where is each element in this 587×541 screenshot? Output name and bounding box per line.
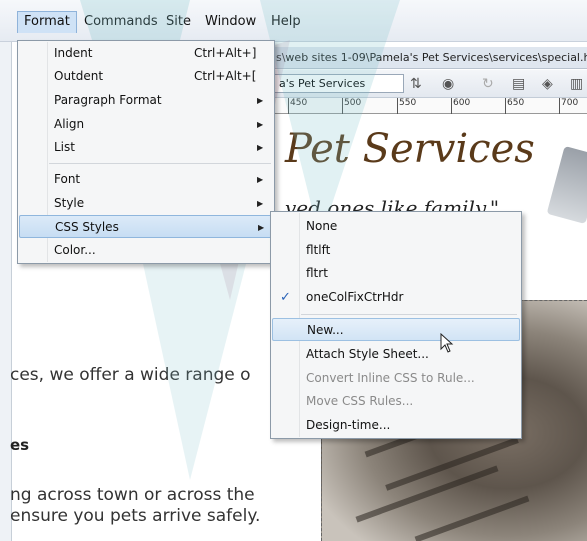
menu-item-label: Outdent — [54, 69, 104, 83]
menu-item-label: Paragraph Format — [54, 93, 162, 107]
submenu-item-new[interactable]: New... — [272, 318, 520, 341]
menu-help[interactable]: Help — [265, 11, 307, 33]
checkmark-icon: ✓ — [280, 290, 291, 305]
menu-item-label: oneColFixCtrHdr — [306, 290, 404, 304]
submenu-item-none[interactable]: None — [272, 215, 520, 238]
body-paragraph-2: ng across town or across the — [10, 485, 255, 505]
menu-item-list[interactable]: List ▶ — [19, 136, 273, 159]
submenu-item-convert-inline-css: Convert Inline CSS to Rule... — [272, 367, 520, 390]
submenu-arrow-icon: ▶ — [257, 199, 264, 208]
menu-commands[interactable]: Commands — [78, 11, 164, 33]
title-field[interactable]: a's Pet Services — [274, 74, 404, 93]
submenu-item-move-css-rules: Move CSS Rules... — [272, 390, 520, 413]
validate-icon[interactable]: ▥ — [570, 74, 583, 94]
submenu-item-design-time[interactable]: Design-time... — [272, 414, 520, 437]
submenu-arrow-icon: ▶ — [257, 96, 264, 105]
horizontal-ruler: 450 500 550 600 650 700 — [270, 98, 587, 114]
ruler-tick: 550 — [397, 98, 416, 114]
menu-item-shortcut: Ctrl+Alt+[ — [194, 69, 257, 83]
menu-item-align[interactable]: Align ▶ — [19, 113, 273, 136]
menu-item-shortcut: Ctrl+Alt+] — [194, 46, 257, 60]
page-heading: Pet Services — [285, 126, 535, 172]
menu-item-indent[interactable]: Indent Ctrl+Alt+] — [19, 42, 273, 65]
menu-item-css-styles[interactable]: CSS Styles ▶ — [19, 215, 273, 238]
ruler-tick: 600 — [451, 98, 470, 114]
mouse-cursor-icon — [440, 333, 454, 353]
menu-item-label: Align — [54, 117, 85, 131]
visual-aids-icon[interactable]: ◈ — [542, 74, 553, 94]
submenu-arrow-icon: ▶ — [257, 175, 264, 184]
document-toolbar: a's Pet Services ⇅ ◉ ↻ ▤ ◈ ▥ — [270, 70, 587, 98]
view-options-icon[interactable]: ▤ — [512, 74, 525, 94]
body-subheading: es — [10, 436, 30, 454]
menu-item-label: fltrt — [306, 266, 328, 280]
menu-item-label: Design-time... — [306, 418, 391, 432]
submenu-item-attach-style-sheet[interactable]: Attach Style Sheet... — [272, 343, 520, 366]
menu-window[interactable]: Window — [199, 11, 262, 33]
menu-format[interactable]: Format — [17, 11, 77, 33]
submenu-arrow-icon: ▶ — [258, 223, 265, 232]
submenu-item-fltlft[interactable]: fltlft — [272, 239, 520, 262]
menu-item-label: fltlft — [306, 243, 331, 257]
menu-item-label: CSS Styles — [55, 220, 119, 234]
ruler-tick: 650 — [505, 98, 524, 114]
document-path-bar: s\web sites 1-09\Pamela's Pet Services\s… — [270, 47, 587, 69]
menu-item-color[interactable]: Color... — [19, 239, 273, 262]
menu-item-label: Font — [54, 172, 81, 186]
submenu-arrow-icon: ▶ — [257, 120, 264, 129]
menu-item-label: New... — [307, 323, 344, 337]
menu-item-outdent[interactable]: Outdent Ctrl+Alt+[ — [19, 65, 273, 88]
ruler-tick: 500 — [342, 98, 361, 114]
menu-item-label: Color... — [54, 243, 96, 257]
menu-item-font[interactable]: Font ▶ — [19, 168, 273, 191]
menu-item-label: Convert Inline CSS to Rule... — [306, 371, 475, 385]
menu-item-style[interactable]: Style ▶ — [19, 192, 273, 215]
css-styles-submenu: None fltlft fltrt ✓ oneColFixCtrHdr New.… — [270, 211, 522, 439]
body-paragraph-3: ensure you pets arrive safely. — [10, 506, 261, 526]
ruler-tick: 700 — [559, 98, 578, 114]
menu-bar: Format Commands Site Window Help — [0, 0, 587, 42]
menu-separator — [301, 314, 517, 315]
menu-item-paragraph-format[interactable]: Paragraph Format ▶ — [19, 89, 273, 112]
menu-item-label: None — [306, 219, 338, 233]
submenu-item-fltrt[interactable]: fltrt — [272, 262, 520, 285]
menu-item-label: Indent — [54, 46, 93, 60]
menu-item-label: Style — [54, 196, 85, 210]
left-gutter — [0, 42, 12, 541]
submenu-arrow-icon: ▶ — [257, 143, 264, 152]
menu-separator — [49, 163, 271, 164]
refresh-icon[interactable]: ↻ — [482, 74, 494, 94]
menu-item-label: List — [54, 140, 75, 154]
menu-item-label: Move CSS Rules... — [306, 394, 414, 408]
preview-browser-icon[interactable]: ◉ — [442, 74, 454, 94]
menu-site[interactable]: Site — [160, 11, 197, 33]
body-paragraph-1: ces, we offer a wide range o — [10, 365, 251, 385]
submenu-item-onecolfixctrhdr[interactable]: ✓ oneColFixCtrHdr — [272, 286, 520, 309]
file-management-icon[interactable]: ⇅ — [410, 74, 422, 94]
menu-item-label: Attach Style Sheet... — [306, 347, 429, 361]
format-menu: Indent Ctrl+Alt+] Outdent Ctrl+Alt+[ Par… — [17, 40, 275, 264]
ruler-tick: 450 — [288, 98, 307, 114]
